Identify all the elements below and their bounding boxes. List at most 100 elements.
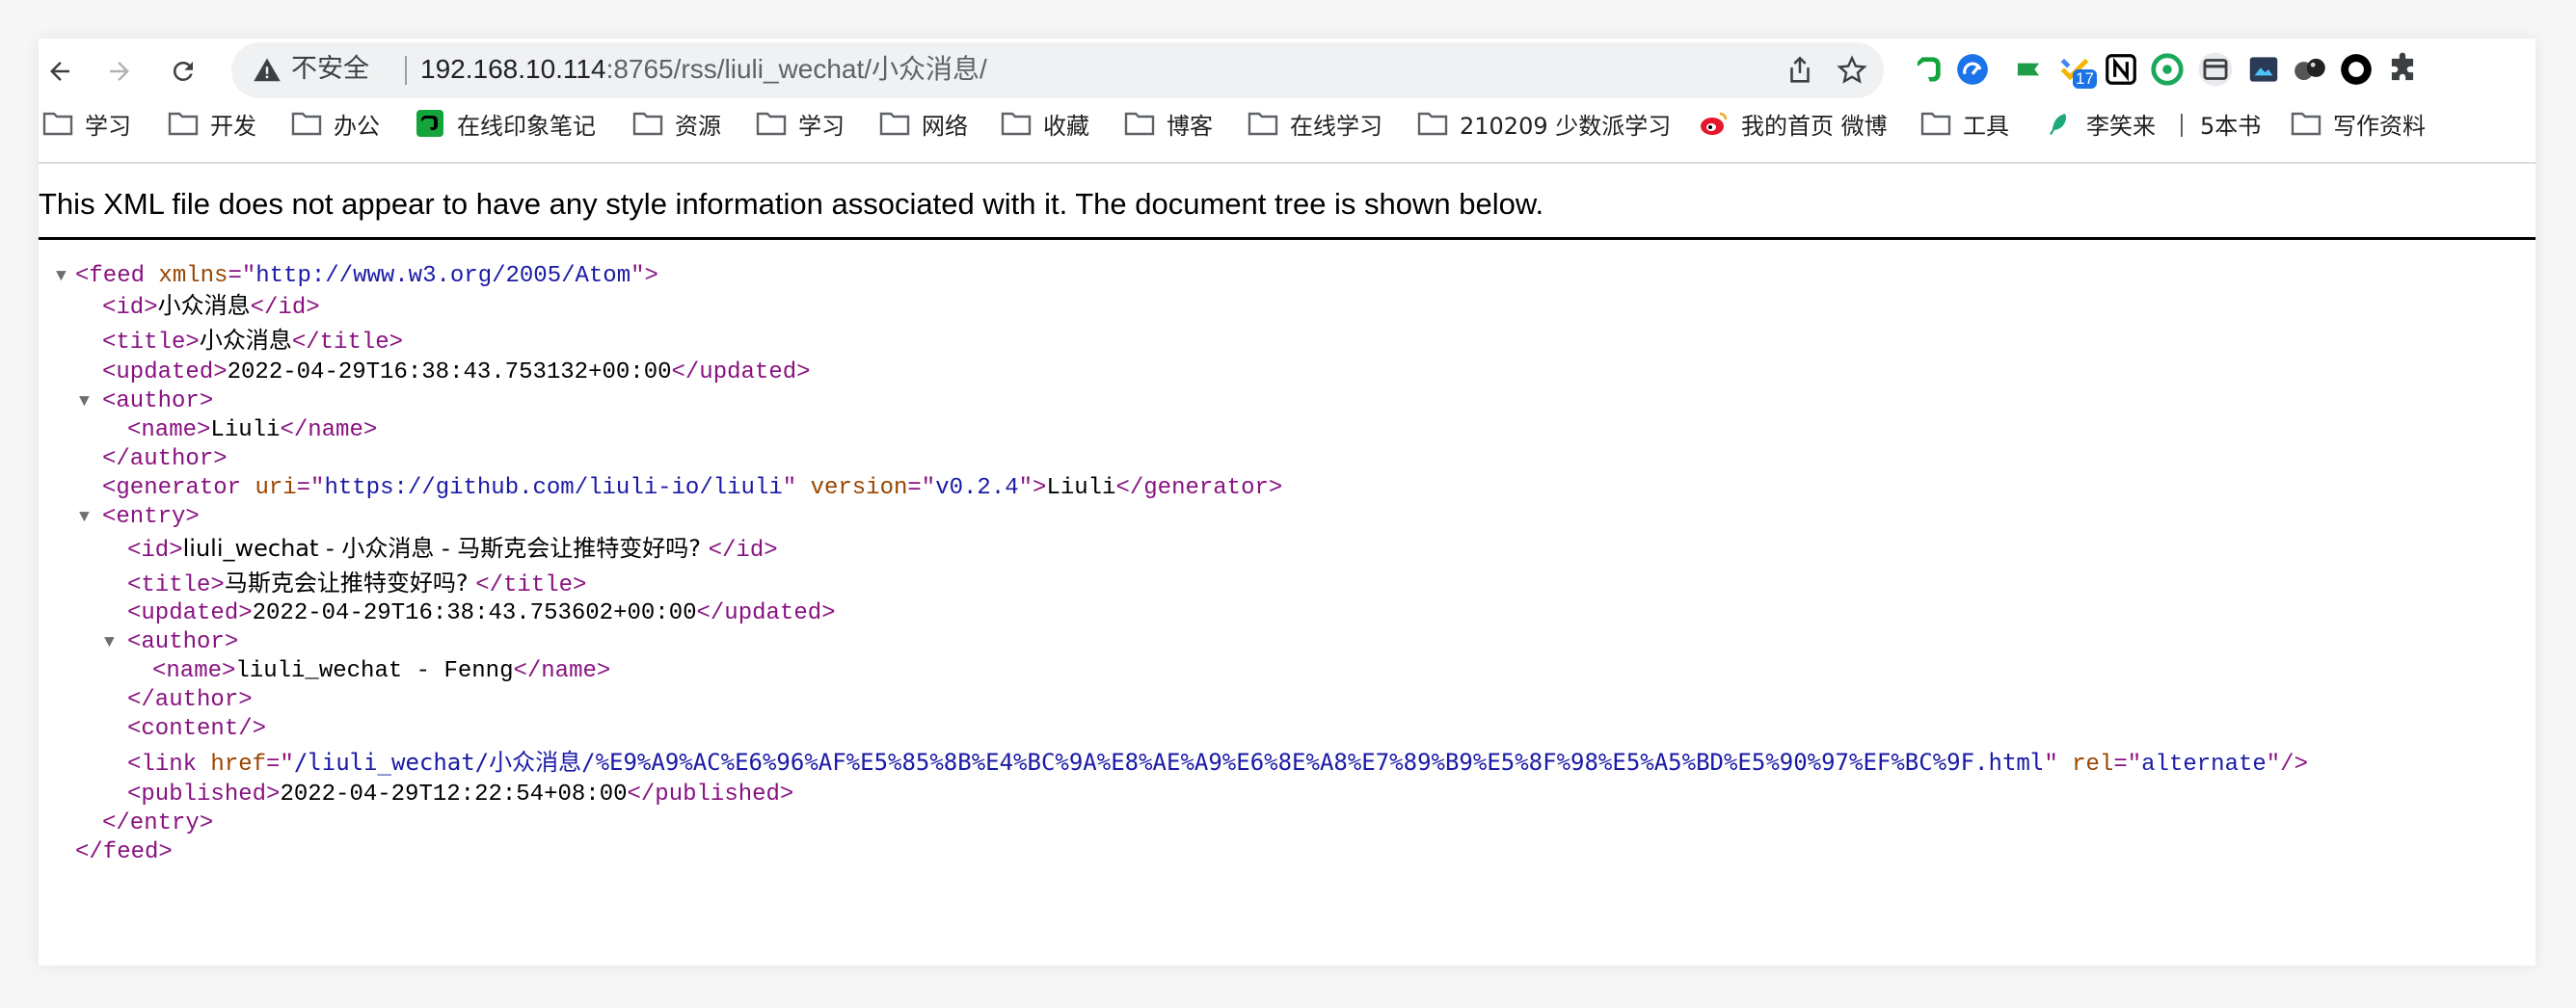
- bookmark-label: 开发: [210, 112, 256, 140]
- share-icon: [1790, 56, 1810, 83]
- bookmark-folder[interactable]: 写作资料: [2291, 104, 2426, 143]
- xml-line-entry-open: ▼ <entry>: [79, 503, 200, 532]
- xml-line-entry-author-close: </author>: [127, 687, 253, 713]
- bookmark-folder[interactable]: 学习: [42, 104, 131, 143]
- green-flag-icon: [2017, 63, 2040, 76]
- xml-line-entry-close: </entry>: [102, 810, 214, 836]
- forward-button[interactable]: [100, 52, 139, 91]
- bookmark-label: 5本书: [2200, 112, 2262, 140]
- xml-line-content: <content/>: [127, 716, 267, 742]
- bookmark-folder[interactable]: 资源: [632, 104, 721, 143]
- sidebar-extension-button[interactable]: [2196, 50, 2235, 89]
- share-button[interactable]: [1784, 54, 1816, 87]
- bookmark-folder[interactable]: 开发: [168, 104, 256, 143]
- entry-updated: 2022-04-29T16:38:43.753602+00:00: [252, 600, 697, 626]
- notion-icon: [2106, 54, 2136, 85]
- calendar-badge: 17: [2073, 69, 2097, 89]
- xml-line-entry-id: <id>liuli_wechat - 小众消息 - 马斯克会让推特变好吗? </…: [127, 535, 778, 564]
- warning-triangle-icon: [254, 58, 281, 82]
- green-extension-button[interactable]: [2148, 50, 2187, 89]
- xml-line-title: <title>小众消息</title>: [102, 327, 404, 356]
- forward-arrow-icon: [110, 62, 129, 81]
- toolbar-divider: [39, 162, 2536, 164]
- reload-icon: [173, 61, 193, 81]
- folder-icon: [42, 112, 73, 136]
- feather-icon: [2050, 114, 2066, 135]
- bookmark-label: 写作资料: [2333, 112, 2426, 140]
- bookmark-label: 在线学习: [1290, 112, 1382, 140]
- folder-icon: [1920, 112, 1951, 136]
- star-outline-icon: [1837, 55, 1867, 84]
- bookmark-folder[interactable]: 学习: [756, 104, 845, 143]
- bookmarks-bar: 学习 开发 办公 在线印象笔记 资源 学习 网络 收藏 博客 在线学习 2102…: [39, 100, 2536, 146]
- bookmark-link[interactable]: 在线印象笔记: [415, 104, 596, 143]
- circle-extension-button[interactable]: [2337, 50, 2375, 89]
- puzzle-piece-icon: [2391, 52, 2414, 81]
- entry-link-rel: alternate: [2141, 752, 2267, 778]
- bookmark-folder[interactable]: 博客: [1124, 104, 1213, 143]
- back-button[interactable]: [40, 52, 79, 91]
- bookmark-label: 我的首页 微博: [1741, 112, 1888, 140]
- xml-line-feed-open: ▼ <feed xmlns="http://www.w3.org/2005/Ato…: [56, 262, 658, 291]
- collapse-triangle-icon[interactable]: ▼: [104, 628, 123, 657]
- speedometer-icon: [1957, 54, 1988, 85]
- bookmark-link[interactable]: 我的首页 微博: [1699, 104, 1888, 143]
- collapse-triangle-icon[interactable]: ▼: [56, 262, 75, 291]
- bookmark-folder[interactable]: 网络: [879, 104, 968, 143]
- address-bar[interactable]: 不安全 192.168.10.114:8765/rss/liuli_wechat…: [231, 42, 1884, 98]
- url-text[interactable]: 192.168.10.114:8765/rss/liuli_wechat/小众消…: [420, 52, 987, 87]
- bookmark-folder[interactable]: 210209 少数派学习: [1417, 104, 1671, 143]
- generator-text: Liuli: [1046, 475, 1116, 501]
- collapse-triangle-icon[interactable]: ▼: [79, 503, 98, 532]
- bookmark-label: 资源: [675, 112, 721, 140]
- bookmark-star-button[interactable]: [1836, 54, 1868, 87]
- evernote-icon: [416, 110, 443, 137]
- entry-published: 2022-04-29T12:22:54+08:00: [280, 782, 628, 808]
- entry-id: liuli_wechat - 小众消息 - 马斯克会让推特变好吗?: [182, 535, 709, 562]
- browser-window: 不安全 192.168.10.114:8765/rss/liuli_wechat…: [39, 39, 2536, 966]
- extensions-menu-button[interactable]: [2383, 50, 2422, 89]
- bookmark-label: 办公: [334, 112, 380, 140]
- xml-notice-rule: [39, 237, 2536, 240]
- xml-line-link: <link href="/liuli_wechat/小众消息/%E9%A9%AC…: [127, 749, 2308, 778]
- bookmark-folder[interactable]: 在线学习: [1248, 104, 1382, 143]
- bookmark-link[interactable]: 5本书: [2200, 104, 2261, 143]
- bookmark-separator: [2181, 114, 2183, 137]
- bookmark-label: 在线印象笔记: [457, 112, 596, 140]
- xml-line-updated: <updated>2022-04-29T16:38:43.753132+00:0…: [102, 359, 811, 385]
- entry-title: 马斯克会让推特变好吗?: [224, 570, 476, 597]
- xml-line-entry-title: <title>马斯克会让推特变好吗? </title>: [127, 570, 587, 598]
- generator-version: v0.2.4: [935, 475, 1019, 501]
- bookmark-label: 李笑来: [2086, 112, 2156, 140]
- xml-line-author-name: <name>Liuli</name>: [127, 417, 378, 443]
- omnibox-divider: [405, 56, 407, 85]
- security-status-label[interactable]: 不安全: [291, 52, 369, 87]
- xml-style-notice: This XML file does not appear to have an…: [39, 187, 1544, 221]
- folder-icon: [1248, 112, 1278, 136]
- folder-icon: [879, 112, 910, 136]
- flag-extension-button[interactable]: [2009, 50, 2048, 89]
- xml-line-entry-updated: <updated>2022-04-29T16:38:43.753602+00:0…: [127, 600, 836, 626]
- notion-extension-button[interactable]: [2102, 50, 2140, 89]
- folder-icon: [2291, 112, 2321, 136]
- generator-uri: https://github.com/liuli-io/liuli: [324, 475, 783, 501]
- evernote-extension-button[interactable]: [1909, 50, 1947, 89]
- url-host: 192.168.10.114: [420, 54, 606, 84]
- feed-updated: 2022-04-29T16:38:43.753132+00:00: [227, 359, 672, 385]
- balls-extension-button[interactable]: [2291, 50, 2329, 89]
- bookmark-folder[interactable]: 工具: [1920, 104, 2009, 143]
- collapse-triangle-icon[interactable]: ▼: [79, 387, 98, 416]
- bookmark-folder[interactable]: 办公: [291, 104, 380, 143]
- evernote-elephant-icon: [1917, 57, 1941, 82]
- bookmark-label: 网络: [922, 112, 968, 140]
- folder-icon: [1001, 112, 1032, 136]
- speed-extension-button[interactable]: [1953, 50, 1992, 89]
- folder-icon: [632, 112, 663, 136]
- bookmark-link[interactable]: 李笑来: [2044, 104, 2156, 143]
- reload-button[interactable]: [164, 52, 202, 91]
- screenshot-extension-button[interactable]: [2244, 50, 2283, 89]
- feed-id: 小众消息: [157, 292, 251, 319]
- folder-icon: [291, 112, 322, 136]
- calendar-extension-button[interactable]: 17: [2055, 50, 2097, 89]
- bookmark-folder[interactable]: 收藏: [1001, 104, 1089, 143]
